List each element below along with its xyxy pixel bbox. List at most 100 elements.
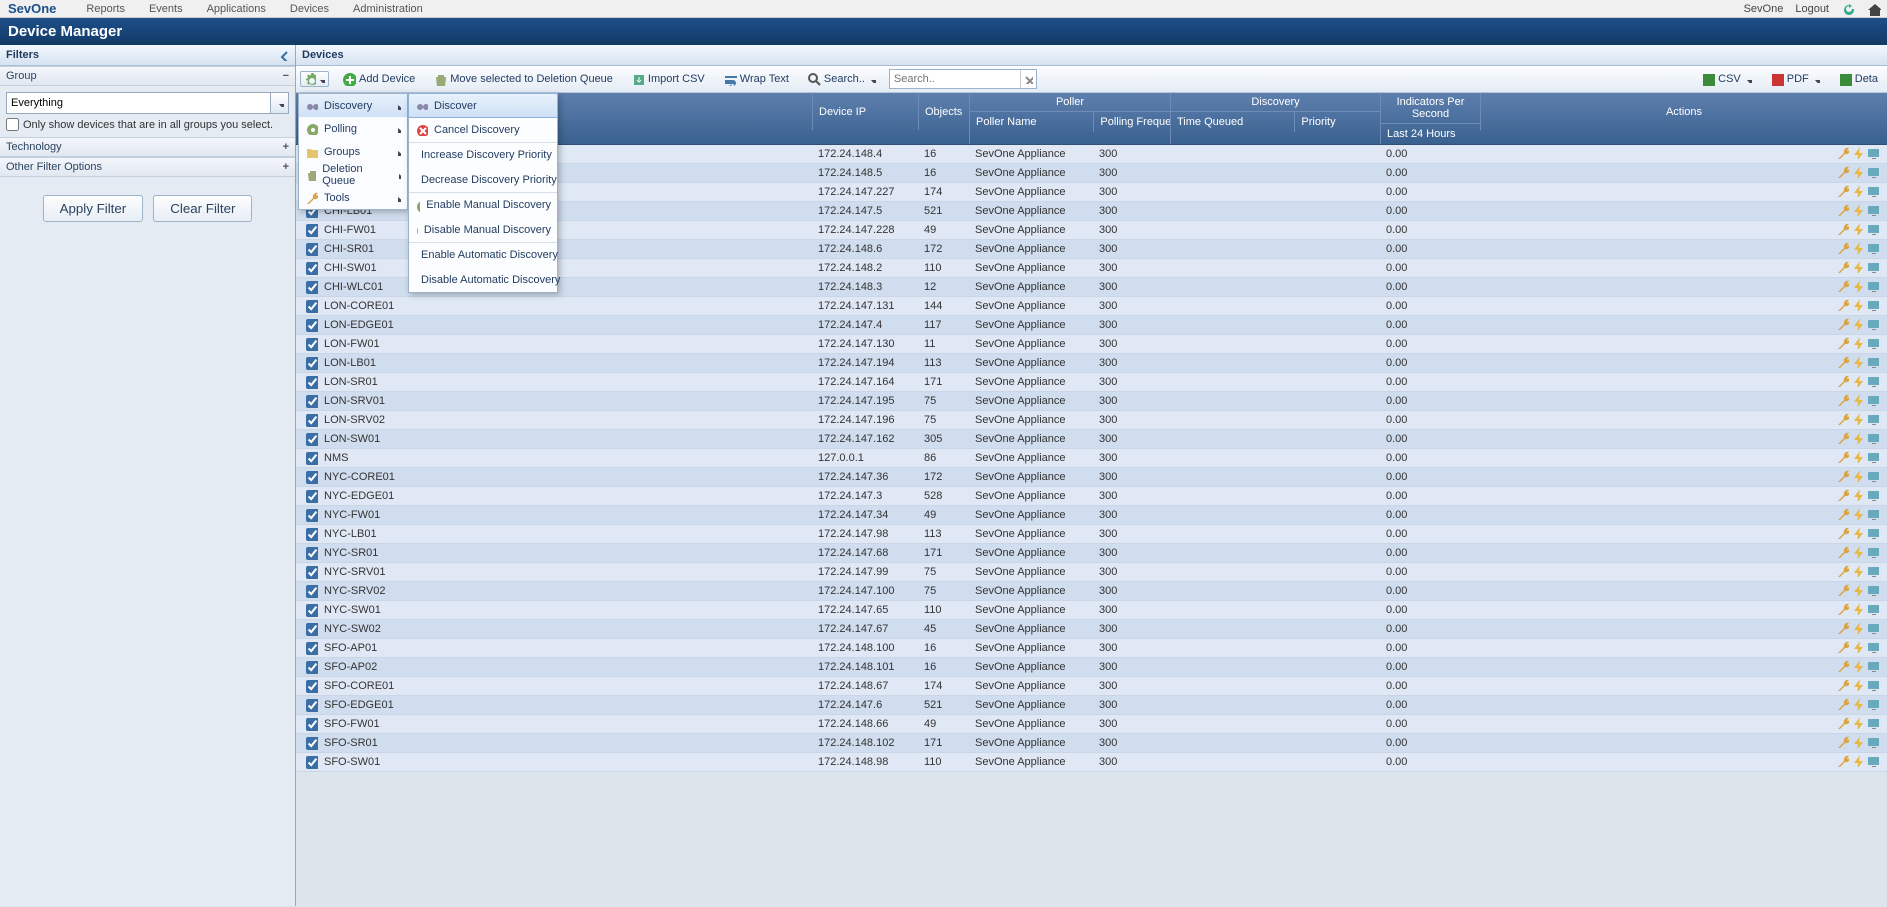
table-row[interactable]: NYC-SR01172.24.147.68171SevOne Appliance… <box>296 544 1887 563</box>
table-row[interactable]: SFO-EDGE01172.24.147.6521SevOne Applianc… <box>296 696 1887 715</box>
wrench-icon[interactable] <box>1836 203 1849 216</box>
wrench-icon[interactable] <box>1836 678 1849 691</box>
wrench-icon[interactable] <box>1836 279 1849 292</box>
submenu-item-disable-manual-discovery[interactable]: Disable Manual Discovery <box>409 217 557 242</box>
search-clear[interactable] <box>1020 70 1036 88</box>
row-checkbox[interactable] <box>306 509 318 522</box>
submenu-item-discover[interactable]: Discover <box>408 93 558 118</box>
wrench-icon[interactable] <box>1836 222 1849 235</box>
table-row[interactable]: LON-SRV01172.24.147.19575SevOne Applianc… <box>296 392 1887 411</box>
wrench-icon[interactable] <box>1836 602 1849 615</box>
deta-button[interactable]: Deta <box>1833 69 1883 89</box>
top-nav-item[interactable]: Reports <box>86 3 125 15</box>
row-checkbox[interactable] <box>306 528 318 541</box>
col-objects[interactable]: Objects <box>918 93 969 130</box>
table-row[interactable]: SFO-CORE01172.24.148.67174SevOne Applian… <box>296 677 1887 696</box>
wrench-icon[interactable] <box>1836 754 1849 767</box>
monitor-icon[interactable] <box>1866 336 1879 349</box>
wrench-icon[interactable] <box>1836 241 1849 254</box>
menu-item-deletion-queue[interactable]: Deletion Queue <box>299 163 407 186</box>
table-row[interactable]: NYC-LB01172.24.147.98113SevOne Appliance… <box>296 525 1887 544</box>
group-input[interactable] <box>7 93 270 113</box>
import-csv-button[interactable]: Import CSV <box>626 69 710 89</box>
table-row[interactable]: NYC-FW01172.24.147.3449SevOne Appliance3… <box>296 506 1887 525</box>
row-checkbox[interactable] <box>306 756 318 769</box>
table-row[interactable]: NYC-SW02172.24.147.6745SevOne Appliance3… <box>296 620 1887 639</box>
search-input[interactable] <box>890 70 1020 88</box>
row-checkbox[interactable] <box>306 433 318 446</box>
wrench-icon[interactable] <box>1836 507 1849 520</box>
row-checkbox[interactable] <box>306 737 318 750</box>
menu-item-discovery[interactable]: Discovery <box>299 94 407 117</box>
bolt-icon[interactable] <box>1851 754 1864 767</box>
row-checkbox[interactable] <box>306 642 318 655</box>
submenu-item-disable-automatic-discovery[interactable]: Disable Automatic Discovery <box>409 267 557 292</box>
bolt-icon[interactable] <box>1851 260 1864 273</box>
table-row[interactable]: SFO-FW01172.24.148.6649SevOne Appliance3… <box>296 715 1887 734</box>
row-checkbox[interactable] <box>306 471 318 484</box>
gear-dropdown[interactable] <box>300 71 329 87</box>
col-time-queued[interactable]: Time Queued <box>1171 112 1294 132</box>
submenu-item-enable-manual-discovery[interactable]: Enable Manual Discovery <box>409 192 557 217</box>
wrench-icon[interactable] <box>1836 146 1849 159</box>
wrench-icon[interactable] <box>1836 526 1849 539</box>
monitor-icon[interactable] <box>1866 526 1879 539</box>
bolt-icon[interactable] <box>1851 640 1864 653</box>
wrench-icon[interactable] <box>1836 659 1849 672</box>
row-checkbox[interactable] <box>306 319 318 332</box>
wrench-icon[interactable] <box>1836 564 1849 577</box>
bolt-icon[interactable] <box>1851 678 1864 691</box>
row-checkbox[interactable] <box>306 547 318 560</box>
table-row[interactable]: LON-SW01172.24.147.162305SevOne Applianc… <box>296 430 1887 449</box>
bolt-icon[interactable] <box>1851 450 1864 463</box>
wrench-icon[interactable] <box>1836 697 1849 710</box>
bolt-icon[interactable] <box>1851 222 1864 235</box>
monitor-icon[interactable] <box>1866 678 1879 691</box>
wrench-icon[interactable] <box>1836 298 1849 311</box>
bolt-icon[interactable] <box>1851 545 1864 558</box>
wrench-icon[interactable] <box>1836 374 1849 387</box>
monitor-icon[interactable] <box>1866 621 1879 634</box>
bolt-icon[interactable] <box>1851 621 1864 634</box>
search-label-button[interactable]: Search.. <box>802 69 881 89</box>
table-row[interactable]: LON-SRV02172.24.147.19675SevOne Applianc… <box>296 411 1887 430</box>
table-row[interactable]: LON-LB01172.24.147.194113SevOne Applianc… <box>296 354 1887 373</box>
row-checkbox[interactable] <box>306 357 318 370</box>
monitor-icon[interactable] <box>1866 203 1879 216</box>
wrench-icon[interactable] <box>1836 450 1849 463</box>
monitor-icon[interactable] <box>1866 583 1879 596</box>
monitor-icon[interactable] <box>1866 184 1879 197</box>
row-checkbox[interactable] <box>306 680 318 693</box>
bolt-icon[interactable] <box>1851 659 1864 672</box>
table-row[interactable]: LON-SR01172.24.147.164171SevOne Applianc… <box>296 373 1887 392</box>
wrench-icon[interactable] <box>1836 469 1849 482</box>
submenu-item-increase-discovery-priority[interactable]: Increase Discovery Priority <box>409 142 557 167</box>
table-row[interactable]: NYC-SW01172.24.147.65110SevOne Appliance… <box>296 601 1887 620</box>
plus-icon[interactable]: + <box>283 141 289 153</box>
wrap-text-button[interactable]: Wrap Text <box>718 69 794 89</box>
monitor-icon[interactable] <box>1866 165 1879 178</box>
col-ip[interactable]: Device IP <box>812 93 918 130</box>
monitor-icon[interactable] <box>1866 735 1879 748</box>
group-trigger[interactable] <box>270 93 288 113</box>
submenu-item-cancel-discovery[interactable]: Cancel Discovery <box>409 117 557 142</box>
csv-button[interactable]: CSV <box>1696 69 1757 89</box>
wrench-icon[interactable] <box>1836 317 1849 330</box>
table-row[interactable]: SFO-SR01172.24.148.102171SevOne Applianc… <box>296 734 1887 753</box>
add-device-button[interactable]: Add Device <box>337 69 420 89</box>
menu-item-tools[interactable]: Tools <box>299 186 407 209</box>
bolt-icon[interactable] <box>1851 146 1864 159</box>
monitor-icon[interactable] <box>1866 507 1879 520</box>
row-checkbox[interactable] <box>306 243 318 256</box>
bolt-icon[interactable] <box>1851 735 1864 748</box>
monitor-icon[interactable] <box>1866 298 1879 311</box>
monitor-icon[interactable] <box>1866 754 1879 767</box>
group-section-header[interactable]: Group − <box>0 66 295 86</box>
monitor-icon[interactable] <box>1866 450 1879 463</box>
bolt-icon[interactable] <box>1851 298 1864 311</box>
bolt-icon[interactable] <box>1851 317 1864 330</box>
bolt-icon[interactable] <box>1851 507 1864 520</box>
table-row[interactable]: LON-FW01172.24.147.13011SevOne Appliance… <box>296 335 1887 354</box>
wrench-icon[interactable] <box>1836 393 1849 406</box>
row-checkbox[interactable] <box>306 262 318 275</box>
